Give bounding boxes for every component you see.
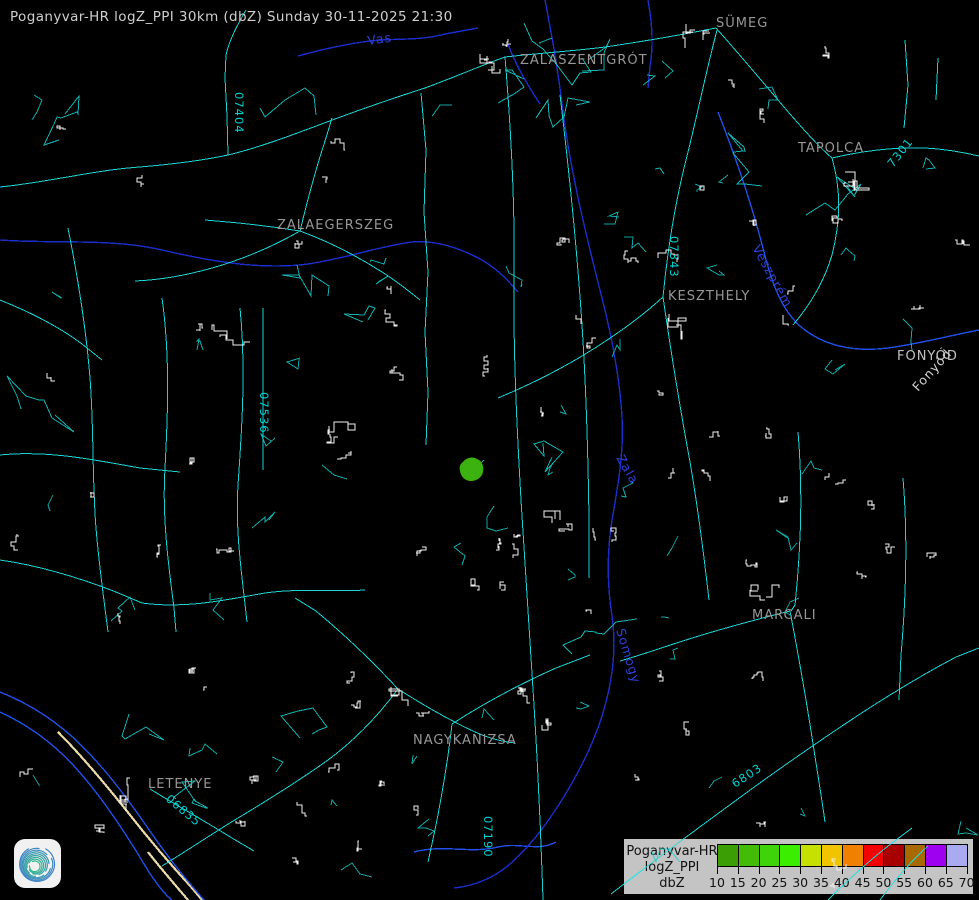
legend-title-line: dbZ [626,876,718,892]
city-label: TAPOLCA [797,141,864,156]
legend-tick [738,867,739,874]
radar-map: SÜMEG ZALASZENTGRÓT TAPOLCA ZALAEGERSZEG KES… [0,0,979,900]
legend-tick [904,867,905,874]
legend-tick-label: 25 [771,875,787,890]
road-number-label: 7301 [884,135,916,170]
legend-tick [883,867,884,874]
legend-tick-label: 35 [813,875,829,890]
map-lines [0,112,979,900]
legend-tick [821,867,822,874]
map-lines [58,732,202,900]
radar-title: Poganyvar-HR logZ_PPI 30km (dbZ) Sunday … [10,9,453,25]
road-stubs [32,38,978,877]
legend-color-box [842,844,864,867]
legend-tick-label: 45 [855,875,871,890]
legend-color-box [863,844,885,867]
city-label: NAGYKANIZSA [413,733,517,748]
legend-tick-label: 10 [709,875,725,890]
city-label: ZALAEGERSZEG [277,218,394,233]
legend-color-box [821,844,843,867]
city-label: ZALASZENTGRÓT [520,52,648,68]
legend-tick [717,867,718,874]
legend-tick [779,867,780,874]
legend-tick-label: 40 [834,875,850,890]
radar-viewport: Poganyvar-HR logZ_PPI 30km (dbZ) Sunday … [0,0,979,900]
radar-echo [460,458,484,481]
legend-tick-label: 65 [938,875,954,890]
legend-tick [967,867,968,874]
legend-tick [800,867,801,874]
radar-logo[interactable] [14,839,61,888]
legend: Poganyvar-HRlogZ_PPIdbZ10 15 20 25 30 35 40 45 5… [622,837,975,896]
legend-color-box [946,844,968,867]
legend-color-box [738,844,760,867]
road-number-label: 07536 [257,392,271,434]
road-number-label: 07404 [232,92,246,134]
legend-title-line: logZ_PPI [626,860,718,876]
legend-color-box [904,844,926,867]
city-label: SÜMEG [716,14,768,31]
map-labels: SÜMEG ZALASZENTGRÓT TAPOLCA ZALAEGERSZEG KES… [148,14,958,858]
legend-tick [863,867,864,874]
legend-tick [842,867,843,874]
city-label: LETENYE [148,777,213,792]
legend-color-box [800,844,822,867]
legend-tick-label: 60 [917,875,933,890]
legend-tick [946,867,947,874]
region-label: Somogy [613,626,644,685]
legend-color-box [759,844,781,867]
map-lines [0,10,979,900]
city-label: MARCALI [752,608,817,623]
legend-color-box [925,844,947,867]
legend-tick [759,867,760,874]
road-number-label: 06835 [163,792,204,829]
road-number-label: 6803 [729,761,765,791]
minor-roads [7,23,861,808]
legend-title-line: Poganyvar-HR [626,844,718,860]
road-number-label: 07343 [667,236,681,278]
map-lines [0,0,652,888]
legend-tick-label: 55 [896,875,912,890]
legend-tick-label: 20 [751,875,767,890]
legend-tick-label: 50 [875,875,891,890]
road-number-label: 07190 [481,816,495,858]
region-label: Veszprém [749,242,796,310]
swirl-icon [16,842,60,886]
city-label: FONYÓD [897,348,958,364]
city-label: KESZTHELY [668,289,750,304]
legend-color-box [717,844,739,867]
legend-color-box [883,844,905,867]
legend-tick-label: 15 [730,875,746,890]
legend-tick-label: 70 [959,875,975,890]
legend-tick [925,867,926,874]
legend-color-box [779,844,801,867]
region-label: Fonyód [909,346,954,394]
legend-tick-label: 30 [792,875,808,890]
region-label: Vas [366,30,393,48]
region-label: Zala [613,452,642,487]
village-marks [11,24,970,888]
